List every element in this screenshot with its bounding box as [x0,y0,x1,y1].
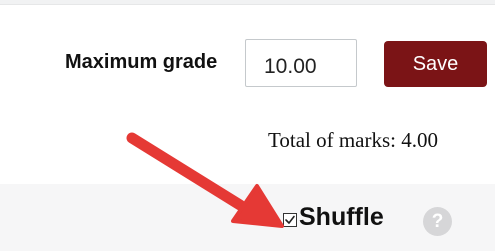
shuffle-row: Shuffle ? [0,184,495,251]
maximum-grade-row: Maximum grade Save [0,30,495,100]
shuffle-checkbox[interactable] [283,213,297,227]
maximum-grade-label: Maximum grade [65,51,218,73]
checkmark-icon [285,215,295,224]
top-divider [0,0,495,5]
save-button[interactable]: Save [384,41,487,87]
help-icon[interactable]: ? [423,207,452,236]
total-of-marks: Total of marks: 4.00 [268,128,438,152]
maximum-grade-input[interactable] [245,39,357,87]
shuffle-label: Shuffle [299,203,384,231]
